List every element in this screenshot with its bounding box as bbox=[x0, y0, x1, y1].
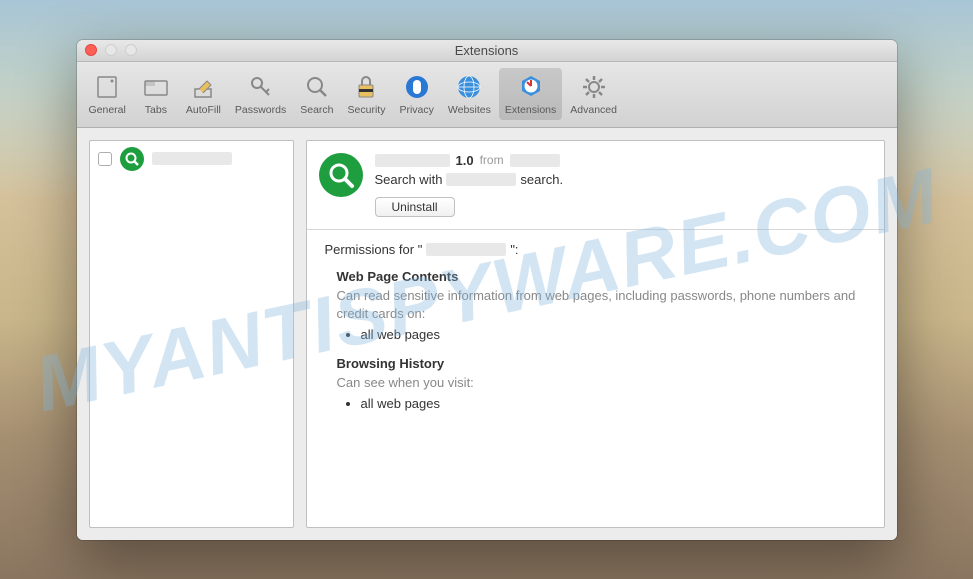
minimize-window-button[interactable] bbox=[105, 44, 117, 56]
permissions-section: Permissions for "": Web Page Contents Ca… bbox=[307, 230, 884, 438]
toolbar-label: Extensions bbox=[505, 104, 556, 116]
extension-author-redacted bbox=[510, 154, 560, 167]
uninstall-button[interactable]: Uninstall bbox=[375, 197, 455, 217]
toolbar-tab-advanced[interactable]: Advanced bbox=[564, 68, 623, 120]
extension-list-item[interactable] bbox=[90, 141, 293, 177]
toolbar-label: Tabs bbox=[145, 104, 167, 116]
general-icon bbox=[92, 72, 122, 102]
permission-list: all web pages bbox=[361, 327, 866, 342]
titlebar[interactable]: Extensions bbox=[77, 40, 897, 62]
toolbar-label: Websites bbox=[448, 104, 491, 116]
toolbar-label: General bbox=[89, 104, 126, 116]
websites-icon bbox=[454, 72, 484, 102]
toolbar-label: Search bbox=[300, 104, 333, 116]
toolbar-label: Security bbox=[348, 104, 386, 116]
extension-from-label: from bbox=[480, 153, 504, 167]
content-area: 1.0 from Search with search. Uninstall P… bbox=[77, 128, 897, 540]
toolbar-tab-search[interactable]: Search bbox=[294, 68, 339, 120]
toolbar-tab-passwords[interactable]: Passwords bbox=[229, 68, 292, 120]
toolbar-tab-extensions[interactable]: Extensions bbox=[499, 68, 562, 120]
extension-title-line: 1.0 from bbox=[375, 153, 868, 168]
tabs-icon bbox=[141, 72, 171, 102]
zoom-window-button[interactable] bbox=[125, 44, 137, 56]
extension-icon bbox=[120, 147, 144, 171]
toolbar-label: AutoFill bbox=[186, 104, 221, 116]
window-title: Extensions bbox=[77, 43, 897, 58]
toolbar-label: Advanced bbox=[570, 104, 617, 116]
extension-icon-large bbox=[319, 153, 363, 197]
permissions-header: Permissions for "": bbox=[325, 242, 866, 257]
permission-title: Web Page Contents bbox=[337, 269, 866, 284]
autofill-icon bbox=[188, 72, 218, 102]
extension-version: 1.0 bbox=[456, 153, 474, 168]
permissions-ext-name-redacted bbox=[426, 243, 506, 256]
permission-group-webpage: Web Page Contents Can read sensitive inf… bbox=[337, 269, 866, 342]
toolbar-label: Passwords bbox=[235, 104, 286, 116]
privacy-icon bbox=[402, 72, 432, 102]
extension-enable-checkbox[interactable] bbox=[98, 152, 112, 166]
security-icon bbox=[351, 72, 381, 102]
toolbar-tab-privacy[interactable]: Privacy bbox=[393, 68, 439, 120]
search-icon bbox=[302, 72, 332, 102]
permission-description: Can read sensitive information from web … bbox=[337, 287, 866, 323]
toolbar-tab-autofill[interactable]: AutoFill bbox=[180, 68, 227, 120]
toolbar-tab-tabs[interactable]: Tabs bbox=[134, 68, 178, 120]
toolbar-tab-security[interactable]: Security bbox=[342, 68, 392, 120]
toolbar-tab-websites[interactable]: Websites bbox=[442, 68, 497, 120]
passwords-icon bbox=[246, 72, 276, 102]
permission-item: all web pages bbox=[361, 327, 866, 342]
toolbar-tab-general[interactable]: General bbox=[83, 68, 132, 120]
permission-title: Browsing History bbox=[337, 356, 866, 371]
extension-name-redacted bbox=[375, 154, 450, 167]
extension-header: 1.0 from Search with search. Uninstall bbox=[307, 141, 884, 230]
close-window-button[interactable] bbox=[85, 44, 97, 56]
extension-description: Search with search. bbox=[375, 172, 868, 187]
permission-item: all web pages bbox=[361, 396, 866, 411]
toolbar-label: Privacy bbox=[399, 104, 433, 116]
extensions-sidebar bbox=[89, 140, 294, 528]
preferences-window: Extensions General Tabs AutoFill Passwor… bbox=[77, 40, 897, 540]
preferences-toolbar: General Tabs AutoFill Passwords Search bbox=[77, 62, 897, 128]
permission-list: all web pages bbox=[361, 396, 866, 411]
permission-description: Can see when you visit: bbox=[337, 374, 866, 392]
permission-group-history: Browsing History Can see when you visit:… bbox=[337, 356, 866, 411]
extension-detail-panel: 1.0 from Search with search. Uninstall P… bbox=[306, 140, 885, 528]
extension-desc-redacted bbox=[446, 173, 516, 186]
advanced-icon bbox=[579, 72, 609, 102]
extension-name-redacted bbox=[152, 152, 232, 165]
extensions-icon bbox=[516, 72, 546, 102]
